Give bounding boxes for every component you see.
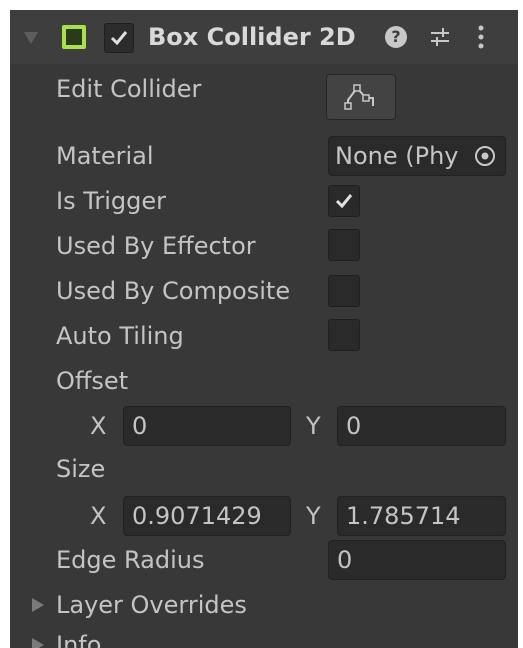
- info-foldout[interactable]: Info: [32, 631, 332, 648]
- check-icon: [335, 194, 353, 209]
- size-y-field[interactable]: 1.785714: [337, 496, 506, 536]
- size-y-label[interactable]: Y: [306, 501, 321, 531]
- edit-collider-button[interactable]: [326, 74, 396, 120]
- edit-shape-icon: [344, 84, 374, 110]
- used-by-composite-checkbox[interactable]: [328, 275, 360, 307]
- edge-radius-field[interactable]: 0: [328, 540, 506, 580]
- check-icon: [110, 31, 128, 46]
- offset-y-field[interactable]: 0: [337, 406, 506, 446]
- used-by-effector-checkbox[interactable]: [328, 229, 360, 261]
- info-label: Info: [56, 631, 102, 648]
- used-by-effector-label: Used By Effector: [56, 232, 256, 260]
- layer-overrides-label: Layer Overrides: [56, 591, 247, 619]
- foldout-arrow-icon: [32, 638, 44, 648]
- enabled-checkbox[interactable]: [104, 23, 134, 53]
- used-by-composite-label: Used By Composite: [56, 277, 291, 305]
- size-x-field[interactable]: 0.9071429: [123, 496, 291, 536]
- layer-overrides-foldout[interactable]: Layer Overrides: [32, 590, 332, 622]
- auto-tiling-checkbox[interactable]: [328, 319, 360, 351]
- material-label: Material: [56, 142, 154, 170]
- is-trigger-label: Is Trigger: [56, 187, 166, 215]
- offset-y-label[interactable]: Y: [306, 411, 321, 441]
- edge-radius-label: Edge Radius: [56, 546, 205, 574]
- material-value: None (Phy: [335, 142, 459, 170]
- foldout-arrow-icon: [32, 598, 44, 612]
- inspector-panel: Box Collider 2D ? Edit Collider Material…: [10, 10, 518, 648]
- collider-icon: [62, 25, 86, 49]
- material-field[interactable]: None (Phy: [328, 136, 506, 176]
- is-trigger-checkbox[interactable]: [328, 185, 360, 217]
- component-header[interactable]: Box Collider 2D ?: [10, 10, 518, 64]
- more-menu-icon[interactable]: [476, 24, 486, 50]
- component-title: Box Collider 2D: [148, 23, 356, 51]
- size-label: Size: [56, 455, 106, 483]
- expand-triangle-icon[interactable]: [24, 32, 38, 44]
- size-x-label[interactable]: X: [90, 501, 106, 531]
- help-icon[interactable]: ?: [385, 26, 407, 48]
- presets-icon[interactable]: [428, 25, 452, 49]
- offset-x-field[interactable]: 0: [123, 406, 291, 446]
- offset-label: Offset: [56, 367, 129, 395]
- edit-collider-label: Edit Collider: [56, 75, 202, 103]
- object-picker-icon[interactable]: [469, 137, 501, 175]
- auto-tiling-label: Auto Tiling: [56, 322, 184, 350]
- offset-x-label[interactable]: X: [90, 411, 106, 441]
